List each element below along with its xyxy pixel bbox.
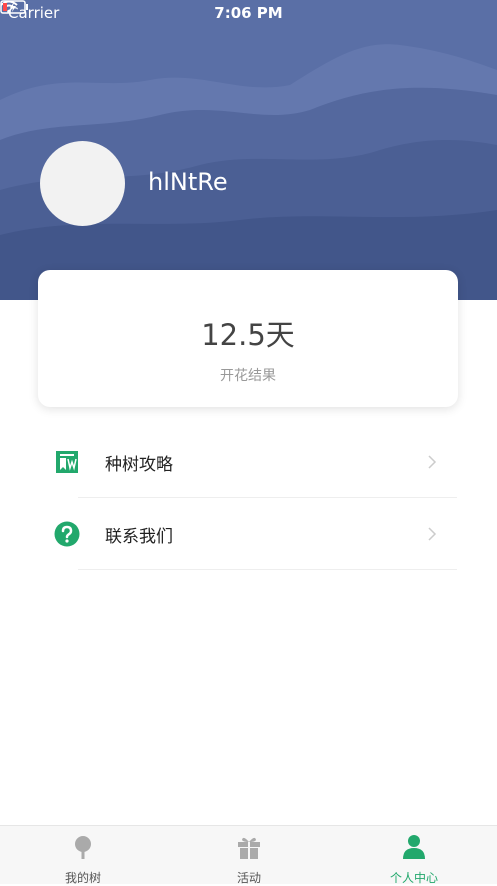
menu-item-contact-us[interactable]: 联系我们 (40, 498, 457, 570)
tab-bar: 我的树 活动 个人中心 (0, 825, 497, 885)
gift-icon (238, 837, 260, 859)
tab-my-tree[interactable]: 我的树 (0, 826, 166, 885)
status-time: 7:06 PM (214, 4, 283, 22)
tab-label: 活动 (236, 871, 261, 885)
status-bar: Carrier 7:06 PM (0, 0, 497, 26)
bloom-days-value: 12.5天 (201, 318, 295, 352)
menu-label: 联系我们 (105, 527, 173, 547)
battery-icon (0, 0, 28, 14)
menu-item-planting-guide[interactable]: 种树攻略 (40, 426, 457, 498)
chevron-right-icon (428, 527, 437, 541)
tab-activity[interactable]: 活动 (166, 826, 332, 885)
tab-label: 个人中心 (389, 871, 438, 885)
person-icon (403, 835, 425, 859)
tree-icon (75, 836, 91, 859)
help-icon (54, 521, 80, 547)
tab-label: 我的树 (64, 871, 101, 885)
tab-profile[interactable]: 个人中心 (331, 826, 497, 885)
chevron-right-icon (428, 455, 437, 469)
divider (78, 569, 457, 570)
menu-label: 种树攻略 (105, 455, 173, 475)
bloom-days-label: 开花结果 (220, 368, 276, 384)
bloom-stats-card: 12.5天 开花结果 (38, 270, 458, 407)
profile-header: Carrier 7:06 PM hlNtRe (0, 0, 497, 300)
book-icon (56, 451, 78, 473)
avatar[interactable] (40, 141, 125, 226)
username: hlNtRe (148, 168, 228, 196)
